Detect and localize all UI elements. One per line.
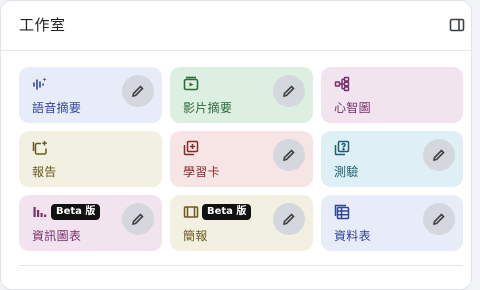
tool-card-label: 簡報 bbox=[183, 229, 208, 243]
tool-card-slides[interactable]: Beta 版 簡報 bbox=[170, 195, 313, 251]
edit-pencil-icon[interactable] bbox=[273, 203, 305, 235]
tool-card-flashcards[interactable]: 學習卡 bbox=[170, 131, 313, 187]
edit-pencil-icon[interactable] bbox=[122, 203, 154, 235]
tool-card-label: 語音摘要 bbox=[32, 101, 82, 115]
studio-panel: 工作室 語音摘要 影片摘要 心智圖 報告 學習卡 測驗 Beta 版 資訊圖表 … bbox=[0, 0, 472, 290]
tool-card-audio-overview[interactable]: 語音摘要 bbox=[19, 67, 162, 123]
tool-card-quiz[interactable]: 測驗 bbox=[321, 131, 463, 187]
tool-card-label: 資料表 bbox=[334, 229, 371, 243]
studio-tools-grid: 語音摘要 影片摘要 心智圖 報告 學習卡 測驗 Beta 版 資訊圖表 Beta… bbox=[19, 67, 463, 251]
report-icon bbox=[32, 140, 48, 156]
edit-pencil-icon[interactable] bbox=[423, 139, 455, 171]
studio-title: 工作室 bbox=[19, 16, 66, 34]
flashcards-icon bbox=[183, 140, 199, 156]
mind-map-icon bbox=[334, 76, 350, 92]
section-divider bbox=[19, 265, 463, 266]
beta-badge: Beta 版 bbox=[51, 204, 101, 220]
audio-waveform-icon bbox=[32, 76, 48, 92]
tool-card-video-overview[interactable]: 影片摘要 bbox=[170, 67, 313, 123]
beta-badge: Beta 版 bbox=[202, 204, 252, 220]
tool-card-label: 報告 bbox=[32, 165, 57, 179]
tool-card-label: 測驗 bbox=[334, 165, 359, 179]
tool-card-label: 學習卡 bbox=[183, 165, 220, 179]
slides-icon bbox=[183, 204, 199, 220]
tool-card-label: 影片摘要 bbox=[183, 101, 233, 115]
infographic-icon bbox=[32, 204, 48, 220]
tool-card-label: 資訊圖表 bbox=[32, 229, 82, 243]
studio-header: 工作室 bbox=[1, 1, 471, 51]
tool-card-mind-map[interactable]: 心智圖 bbox=[321, 67, 463, 123]
video-play-icon bbox=[183, 76, 199, 92]
edit-pencil-icon[interactable] bbox=[122, 75, 154, 107]
tool-card-data-table[interactable]: 資料表 bbox=[321, 195, 463, 251]
tool-card-label: 心智圖 bbox=[334, 101, 371, 115]
data-table-icon bbox=[334, 204, 350, 220]
quiz-icon bbox=[334, 140, 350, 156]
tool-card-report[interactable]: 報告 bbox=[19, 131, 162, 187]
tool-card-infographic[interactable]: Beta 版 資訊圖表 bbox=[19, 195, 162, 251]
collapse-panel-icon[interactable] bbox=[447, 15, 467, 35]
edit-pencil-icon[interactable] bbox=[273, 75, 305, 107]
edit-pencil-icon[interactable] bbox=[423, 203, 455, 235]
edit-pencil-icon[interactable] bbox=[273, 139, 305, 171]
